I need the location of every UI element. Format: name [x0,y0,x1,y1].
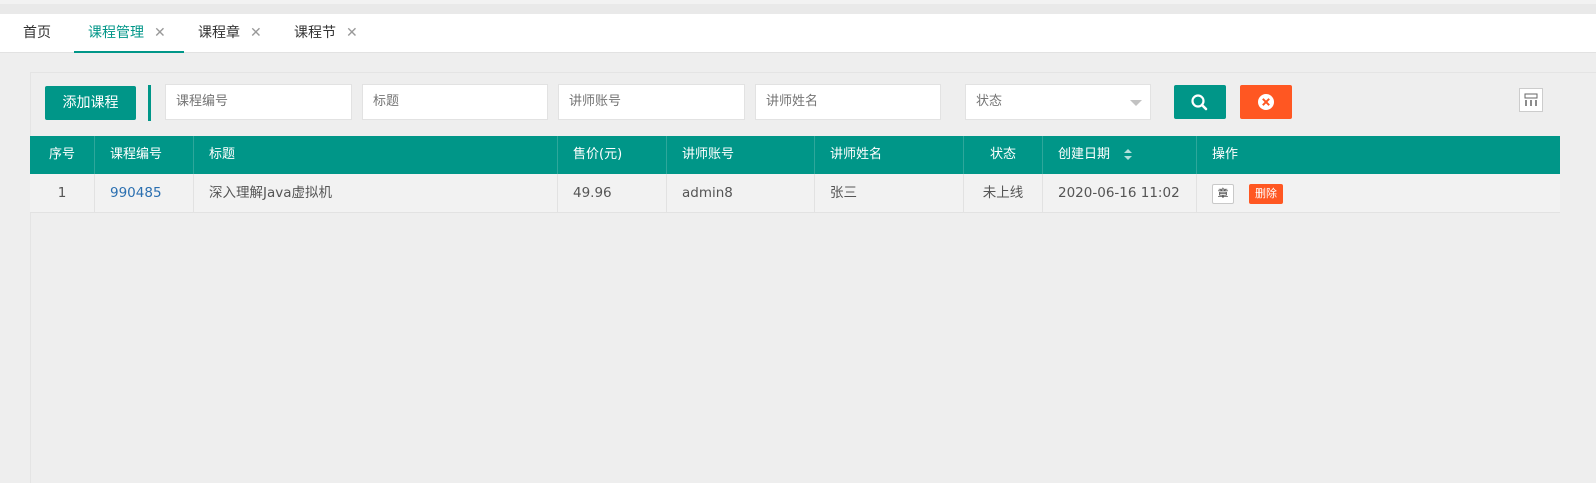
tab-label: 课程章 [198,25,240,41]
header-title: 标题 [194,136,558,174]
cell-title: 深入理解Java虚拟机 [194,174,558,212]
content-panel [30,72,1596,483]
status-select[interactable]: 状态 [965,84,1151,120]
header-teacher-account: 讲师账号 [667,136,815,174]
cell-created-date: 2020-06-16 11:02 [1043,174,1197,212]
table-row: 1 990485 深入理解Java虚拟机 49.96 admin8 张三 未上线… [30,174,1560,213]
chevron-down-icon [1130,100,1142,106]
cell-status: 未上线 [964,174,1043,212]
cell-course-no-link[interactable]: 990485 [95,174,194,212]
table-header: 序号 课程编号 标题 售价(元) 讲师账号 讲师姓名 状态 创建日期 操作 [30,136,1560,174]
columns-filter-icon [1524,93,1538,106]
top-strip [0,4,1596,14]
tab-label: 课程管理 [88,25,144,41]
tab-course-management[interactable]: 课程管理 ✕ [74,14,184,53]
toolbar-divider [148,85,151,121]
title-input[interactable]: 标题 [362,84,548,120]
cell-teacher-name: 张三 [815,174,964,212]
tab-home[interactable]: 首页 [23,14,51,52]
tab-label: 首页 [23,25,51,41]
search-icon [1191,94,1208,111]
close-icon[interactable]: ✕ [154,25,166,41]
header-index: 序号 [30,136,95,174]
tab-course-section[interactable]: 课程节 ✕ [294,14,358,52]
tab-bar: 首页 课程管理 ✕ 课程章 ✕ 课程节 ✕ [0,14,1596,53]
header-status: 状态 [964,136,1043,174]
tab-course-chapter[interactable]: 课程章 ✕ [198,14,262,52]
close-circle-icon [1258,94,1274,110]
chapter-button[interactable]: 章 [1212,184,1234,204]
sort-descending-icon[interactable] [1124,156,1132,160]
sort-ascending-icon[interactable] [1124,149,1132,153]
reset-button[interactable] [1240,85,1292,119]
cell-teacher-account: admin8 [667,174,815,212]
header-price: 售价(元) [558,136,667,174]
close-icon[interactable]: ✕ [346,25,358,41]
header-actions: 操作 [1212,147,1239,162]
tab-label: 课程节 [294,25,336,41]
columns-filter-button[interactable] [1519,88,1543,112]
course-no-input[interactable]: 课程编号 [165,84,352,120]
teacher-name-input[interactable]: 讲师姓名 [755,84,941,120]
header-created-date[interactable]: 创建日期 [1043,136,1197,174]
cell-index: 1 [30,174,95,212]
header-created-label: 创建日期 [1058,147,1111,162]
header-course-no: 课程编号 [95,136,194,174]
search-button[interactable] [1174,85,1226,119]
teacher-account-input[interactable]: 讲师账号 [558,84,745,120]
status-select-value: 状态 [976,94,1003,109]
delete-button[interactable]: 删除 [1249,184,1283,204]
cell-price: 49.96 [558,174,667,212]
header-teacher-name: 讲师姓名 [815,136,964,174]
close-icon[interactable]: ✕ [250,25,262,41]
add-course-button[interactable]: 添加课程 [45,86,136,120]
cell-actions: 章 删除 [1197,174,1560,212]
